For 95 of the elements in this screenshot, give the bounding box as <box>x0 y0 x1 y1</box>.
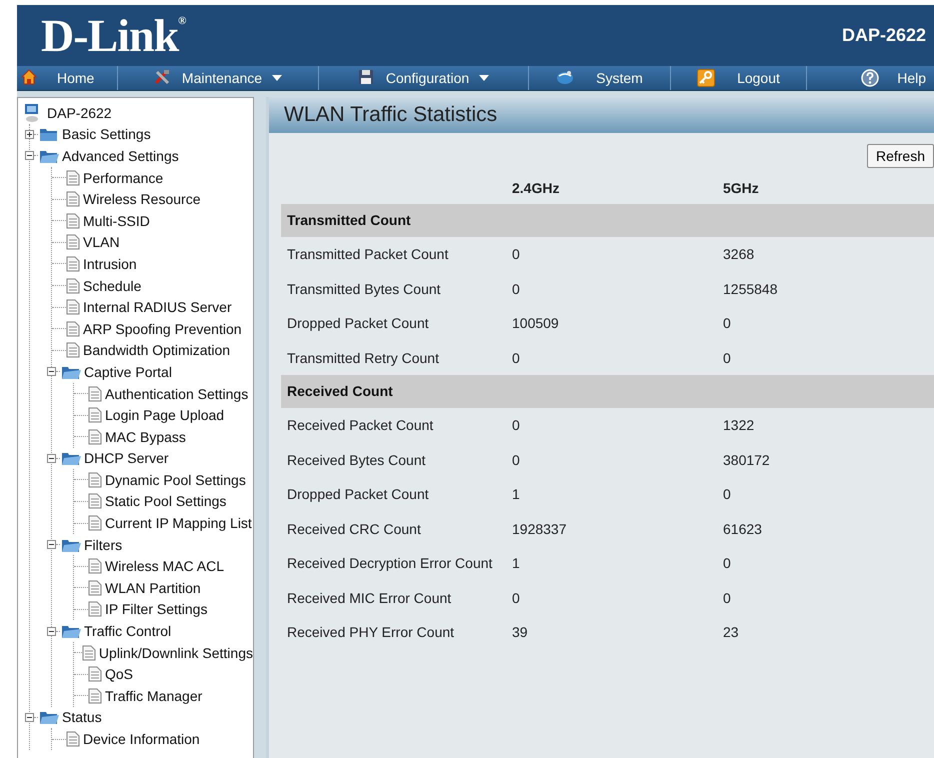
table-cell-text: 1 <box>512 555 521 572</box>
collapse-icon[interactable] <box>47 540 56 550</box>
table-cell-text: 1322 <box>723 417 756 434</box>
tree-item[interactable]: Uplink/Downlink Settings <box>98 644 253 661</box>
tree-item[interactable]: Intrusion <box>83 256 137 272</box>
model-name: DAP-2622 <box>842 25 926 46</box>
collapse-icon[interactable] <box>25 712 34 722</box>
tree-item[interactable]: Internal RADIUS Server <box>83 299 232 316</box>
section-header: Received Count <box>281 375 934 408</box>
table-cell-text: 0 <box>723 315 732 332</box>
table-cell-text: 0 <box>723 486 732 502</box>
nav-menu-item[interactable]: Home <box>17 66 117 90</box>
row-label: Received MIC Error Count <box>286 590 452 606</box>
table-cell-text: 61623 <box>723 520 763 537</box>
caret-icon <box>272 75 282 81</box>
tools-icon <box>154 69 172 87</box>
row-label: Transmitted Retry Count <box>286 350 440 366</box>
nav-menu-item[interactable]: Configuration <box>318 66 528 90</box>
tree-item[interactable]: Traffic Manager <box>105 688 202 704</box>
folder-icon <box>61 623 81 640</box>
tree-item[interactable]: Login Page Upload <box>105 407 224 424</box>
tree-item[interactable]: Device Information <box>83 731 200 748</box>
table-cell-text: 0 <box>512 280 521 297</box>
tree-item[interactable]: WLAN Partition <box>105 580 201 596</box>
tree-item[interactable]: Schedule <box>83 278 142 294</box>
tree-item[interactable]: Static Pool Settings <box>105 493 226 510</box>
tree-item[interactable]: IP Filter Settings <box>105 601 208 618</box>
table-cell-text: 0 <box>723 555 732 572</box>
table-cell-text: 1 <box>512 486 521 502</box>
tree-item[interactable]: Current IP Mapping List <box>105 515 252 532</box>
expand-icon[interactable] <box>25 130 34 139</box>
collapse-icon[interactable] <box>25 151 34 160</box>
key-icon <box>697 69 716 87</box>
tree-item[interactable]: Basic Settings <box>62 126 151 142</box>
column-header: 5GHz <box>723 180 760 196</box>
row-label: Received Packet Count <box>286 417 434 434</box>
tree-item[interactable]: Traffic Control <box>84 623 172 640</box>
tree-item[interactable]: MAC Bypass <box>105 428 186 445</box>
tree-item[interactable]: ARP Spoofing Prevention <box>83 320 242 337</box>
table-cell-text: 0 <box>512 246 521 262</box>
refresh-button[interactable]: Refresh <box>866 144 934 168</box>
tree-item[interactable]: Wireless Resource <box>83 191 200 208</box>
collapse-icon[interactable] <box>47 367 56 376</box>
section-header: Transmitted Count <box>281 204 934 237</box>
tree-item[interactable]: Performance <box>83 170 164 186</box>
table-cell-text: 0 <box>512 417 521 434</box>
table-cell-text: 23 <box>723 624 740 640</box>
tree-item[interactable]: QoS <box>105 666 134 682</box>
table-cell-text: 380172 <box>723 452 771 468</box>
tree-item[interactable]: Bandwidth Optimization <box>83 342 230 358</box>
collapse-icon[interactable] <box>47 454 56 463</box>
tree-item[interactable]: Filters <box>84 536 122 553</box>
tree-item[interactable]: DHCP Server <box>84 450 169 466</box>
tree-item[interactable]: Multi-SSID <box>83 212 150 229</box>
help-icon <box>861 69 880 87</box>
table-cell-text: 1928337 <box>512 520 568 537</box>
row-label: Received Decryption Error Count <box>286 555 494 572</box>
row-label: Transmitted Bytes Count <box>286 280 442 297</box>
collapse-icon[interactable] <box>47 626 56 636</box>
row-label: Transmitted Packet Count <box>286 246 450 262</box>
folder-icon <box>39 709 59 726</box>
folder-icon <box>61 450 81 466</box>
row-label: Received Bytes Count <box>286 452 427 468</box>
tree-item[interactable]: Status <box>62 709 102 726</box>
folder-icon <box>39 126 59 142</box>
house-icon <box>21 69 39 87</box>
table-cell-text: 0 <box>512 452 521 468</box>
table-cell-text: 39 <box>512 624 529 640</box>
row-label: Received PHY Error Count <box>286 624 456 640</box>
table-cell-text: 0 <box>512 350 521 366</box>
row-label: Dropped Packet Count <box>286 486 430 502</box>
table-cell-text: 0 <box>723 590 732 606</box>
nav-menu-item[interactable]: Logout <box>670 66 806 90</box>
tree-item[interactable]: Advanced Settings <box>62 148 179 164</box>
table-cell-text: 0 <box>512 590 521 606</box>
tree-item[interactable]: Wireless MAC ACL <box>105 558 224 574</box>
row-label: Received CRC Count <box>286 520 422 537</box>
tree-item[interactable]: DAP-2622 <box>47 104 112 121</box>
table-cell-text: 1255848 <box>723 280 779 297</box>
tree-item[interactable]: Authentication Settings <box>105 386 248 402</box>
page-title: WLAN Traffic Statistics <box>269 97 934 133</box>
globe-icon <box>556 69 574 87</box>
nav-menu-item[interactable]: Maintenance <box>117 66 318 90</box>
row-label: Dropped Packet Count <box>286 315 430 332</box>
caret-icon <box>479 75 490 81</box>
table-cell-text: 0 <box>723 350 732 366</box>
tree-item[interactable]: Dynamic Pool Settings <box>105 472 246 488</box>
table-cell-text: 100509 <box>512 315 560 332</box>
nav-menu-item[interactable]: System <box>528 66 670 90</box>
table-cell-text: 3268 <box>723 246 756 262</box>
column-header: 2.4GHz <box>512 180 560 196</box>
tree-item[interactable]: VLAN <box>83 234 120 250</box>
nav-menu-item[interactable]: Help <box>806 66 934 90</box>
tree-item[interactable]: Captive Portal <box>84 364 172 380</box>
d-link-logo: D-Link$^{®}$ <box>41 9 186 62</box>
